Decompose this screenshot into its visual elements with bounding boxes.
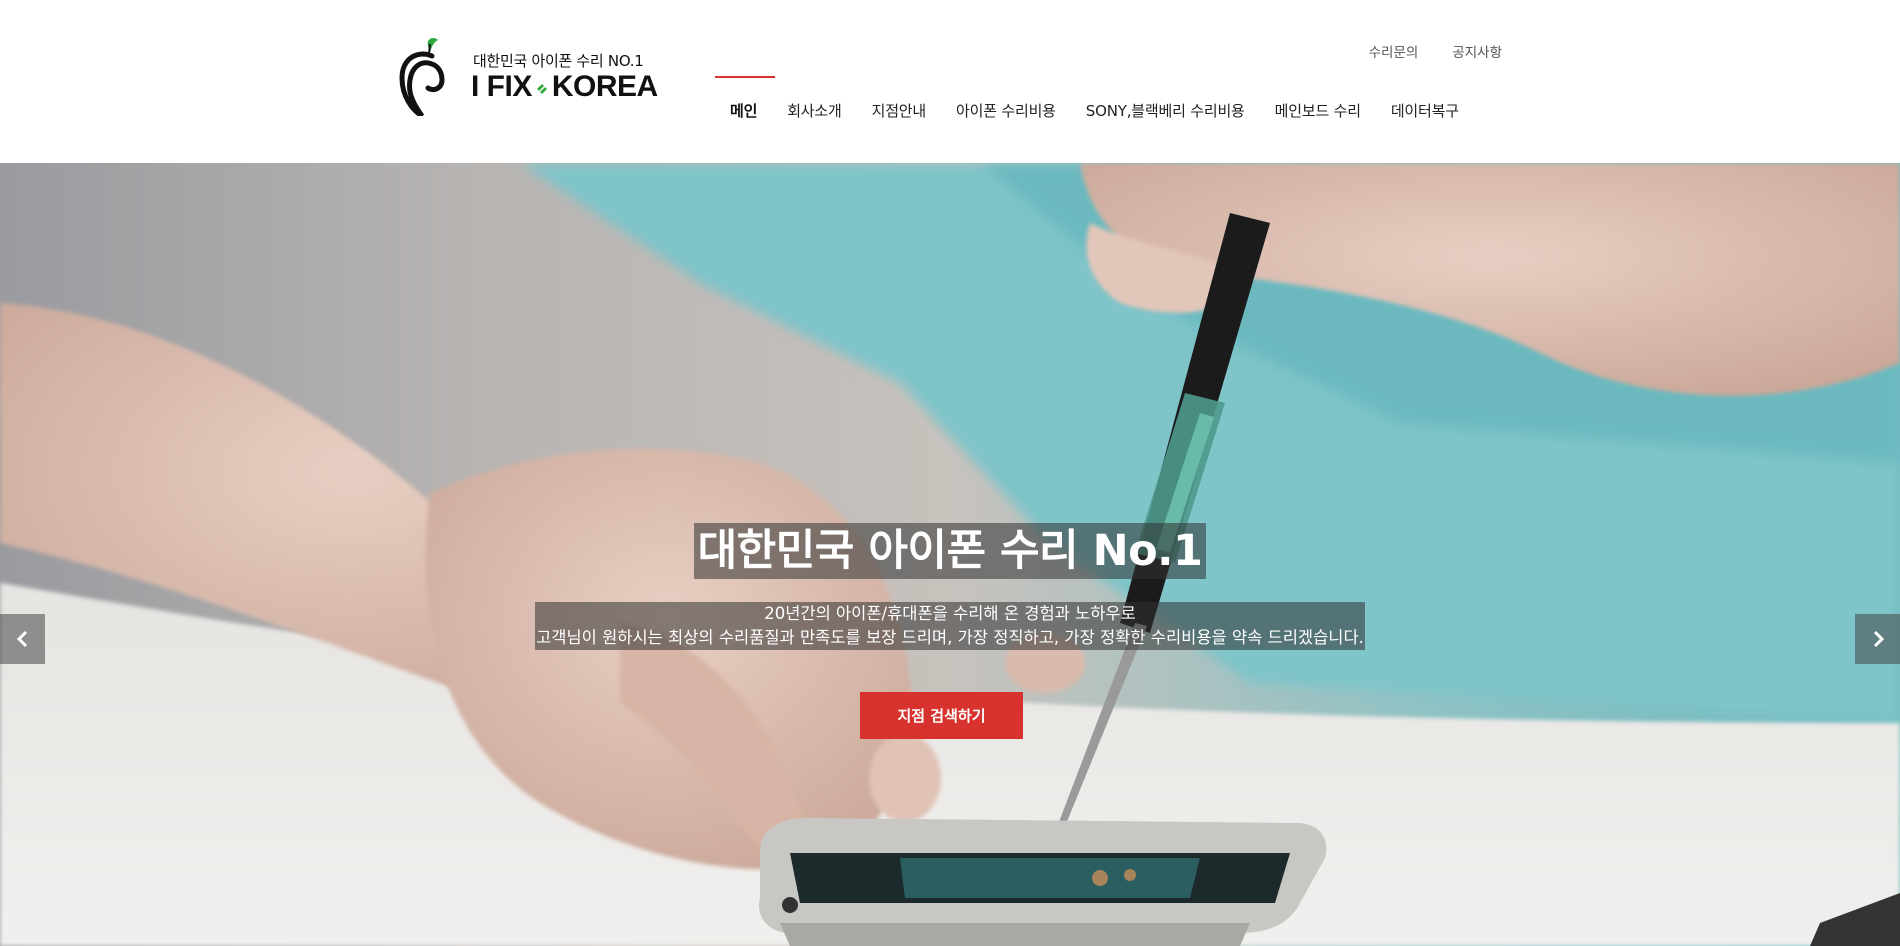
nav-item-branches[interactable]: 지점안내 [857, 76, 941, 120]
main-nav: 메인 회사소개 지점안내 아이폰 수리비용 SONY,블랙베리 수리비용 메인보… [715, 76, 1474, 120]
site-logo[interactable]: 대한민국 아이폰 수리 NO.1 I FIX KOREA [398, 36, 668, 116]
nav-item-main[interactable]: 메인 [715, 76, 776, 120]
nav-item-data-recovery[interactable]: 데이터복구 [1376, 76, 1474, 120]
hero-subtitle: 20년간의 아이폰/휴대폰을 수리해 온 경험과 노하우로 고객님이 원하시는 … [535, 602, 1365, 650]
chevron-left-icon [16, 630, 27, 648]
nav-item-mainboard[interactable]: 메인보드 수리 [1260, 76, 1376, 120]
hero-title: 대한민국 아이폰 수리 No.1 [693, 523, 1207, 579]
slider-next-button[interactable] [1855, 614, 1900, 664]
util-link-notice[interactable]: 공지사항 [1452, 41, 1502, 61]
util-link-repair-inquiry[interactable]: 수리문의 [1369, 41, 1419, 61]
hero-subtitle-line-1: 20년간의 아이폰/휴대폰을 수리해 온 경험과 노하우로 [764, 604, 1136, 623]
nav-item-sony-blackberry-cost[interactable]: SONY,블랙베리 수리비용 [1071, 76, 1260, 120]
apple-leaf-icon [399, 38, 445, 116]
hero-subtitle-line-2: 고객님이 원하시는 최상의 수리품질과 만족도를 보장 드리며, 가장 정직하고… [536, 628, 1364, 647]
chevron-right-icon [1873, 630, 1884, 648]
hero-slider: 대한민국 아이폰 수리 No.1 20년간의 아이폰/휴대폰을 수리해 온 경험… [0, 163, 1900, 946]
logo-separator-icon [532, 70, 552, 104]
utility-nav: 수리문의 공지사항 [1369, 41, 1502, 61]
logo-tagline: 대한민국 아이폰 수리 NO.1 [473, 52, 644, 70]
slider-prev-button[interactable] [0, 614, 45, 664]
logo-word-left: I FIX [471, 70, 532, 103]
logo-wordmark: I FIX KOREA [471, 70, 658, 104]
nav-item-company[interactable]: 회사소개 [772, 76, 856, 120]
branch-search-button[interactable]: 지점 검색하기 [860, 692, 1023, 739]
site-header: 대한민국 아이폰 수리 NO.1 I FIX KOREA 수리문의 공지사항 메인… [0, 0, 1900, 163]
logo-word-right: KOREA [551, 70, 658, 103]
nav-item-iphone-cost[interactable]: 아이폰 수리비용 [941, 76, 1071, 120]
